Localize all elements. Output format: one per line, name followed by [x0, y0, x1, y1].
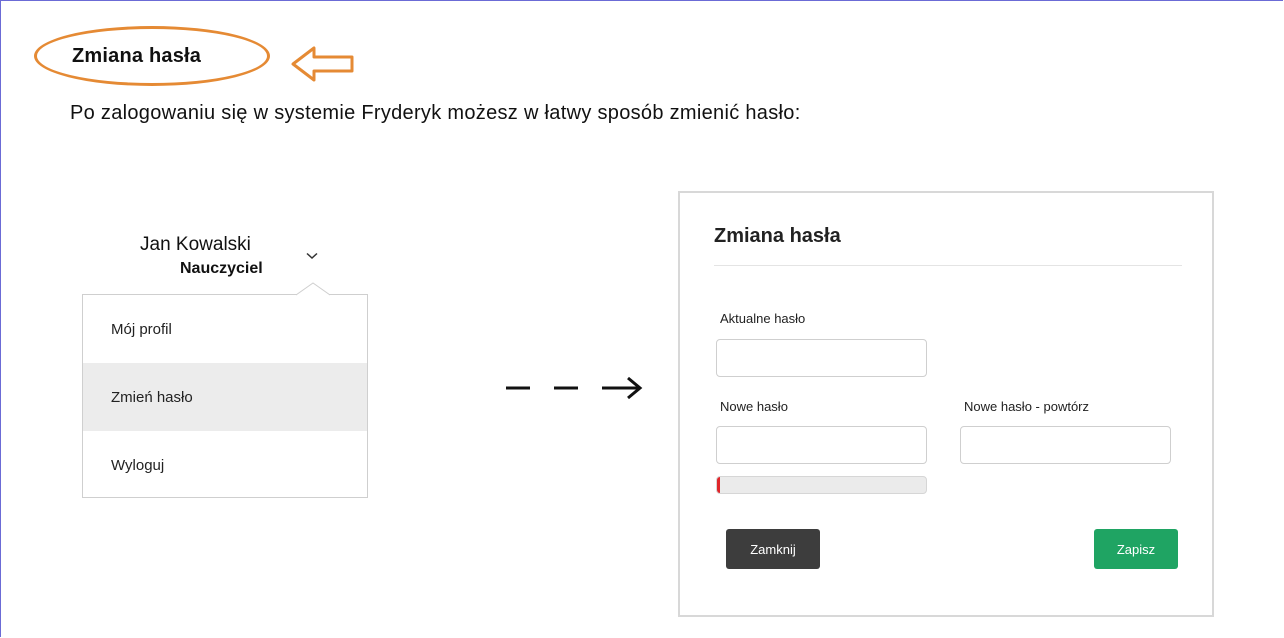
new-password-label: Nowe hasło	[720, 399, 788, 414]
dialog-title: Zmiana hasła	[714, 225, 841, 247]
dropdown-caret	[296, 282, 330, 296]
menu-item-change-password[interactable]: Zmień hasło	[83, 363, 367, 431]
password-strength-fill	[717, 477, 720, 493]
intro-text: Po zalogowaniu się w systemie Fryderyk m…	[70, 102, 801, 124]
change-password-dialog: Zmiana hasła Aktualne hasło Nowe hasło N…	[678, 191, 1214, 617]
user-dropdown-menu: Mój profil Zmień hasło Wyloguj	[82, 294, 368, 498]
chevron-down-icon[interactable]	[306, 252, 318, 260]
menu-item-logout[interactable]: Wyloguj	[83, 431, 367, 499]
dialog-divider	[714, 265, 1182, 266]
close-button[interactable]: Zamknij	[726, 529, 820, 569]
new-password-input[interactable]	[716, 426, 927, 464]
left-arrow-outline-icon	[291, 46, 354, 82]
current-password-label: Aktualne hasło	[720, 311, 806, 326]
menu-item-my-profile[interactable]: Mój profil	[83, 295, 367, 363]
password-strength-bar	[716, 476, 927, 494]
repeat-password-input[interactable]	[960, 426, 1171, 464]
user-name: Jan Kowalski	[140, 234, 251, 255]
repeat-password-label: Nowe hasło - powtórz	[964, 399, 1089, 414]
save-button[interactable]: Zapisz	[1094, 529, 1178, 569]
user-role: Nauczyciel	[180, 260, 263, 277]
current-password-input[interactable]	[716, 339, 927, 377]
page-heading: Zmiana hasła	[72, 45, 202, 67]
dashed-right-arrow-icon	[506, 376, 643, 400]
